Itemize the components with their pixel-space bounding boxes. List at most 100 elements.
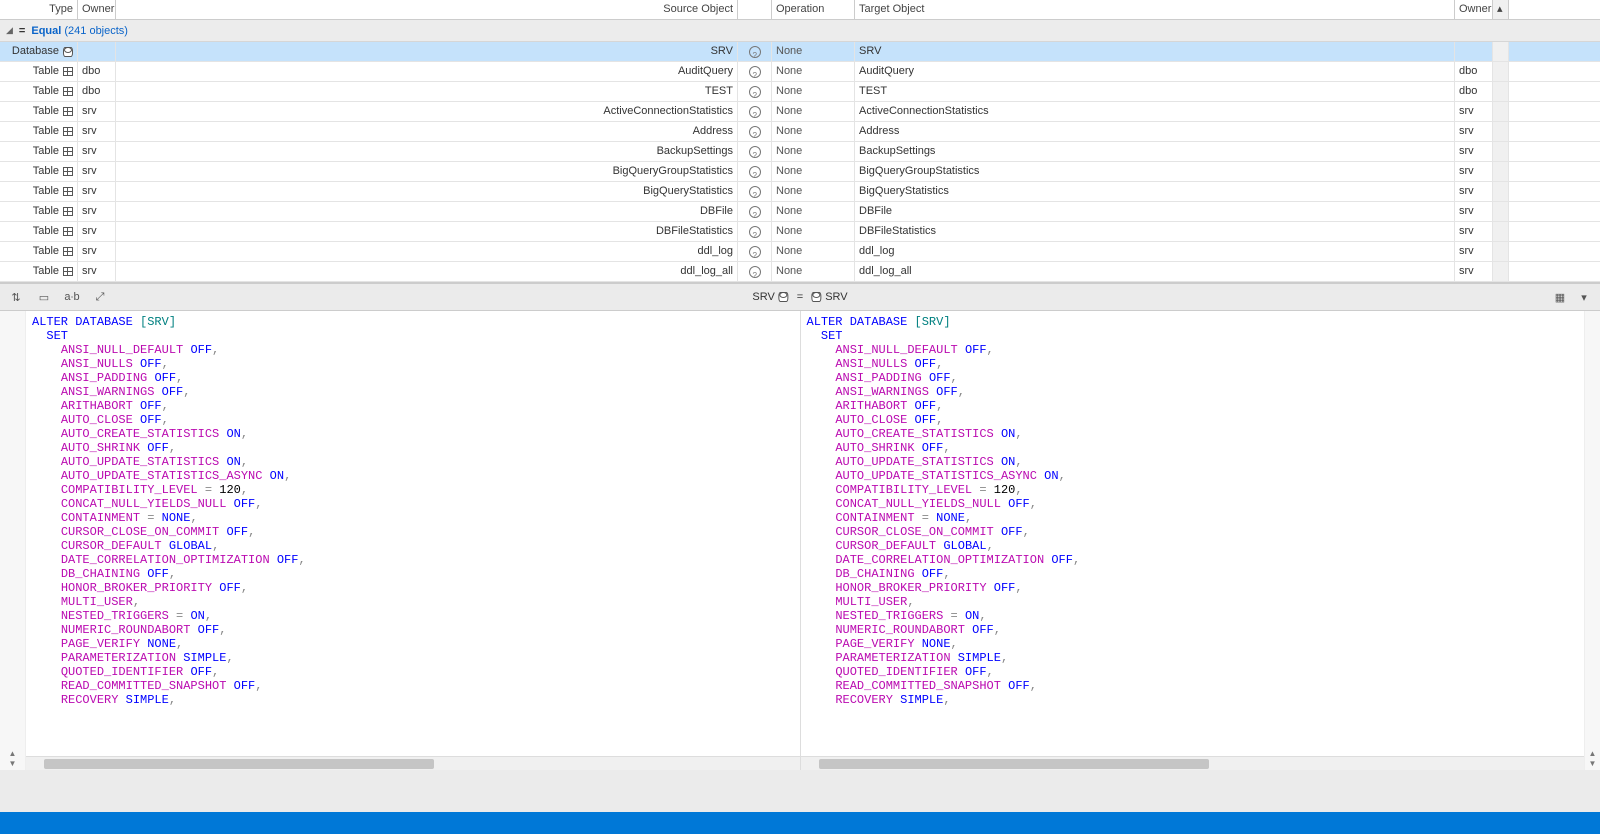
right-hscroll[interactable] — [801, 756, 1585, 770]
row-operation[interactable]: None — [772, 262, 855, 281]
row-target-object: BigQueryStatistics — [855, 182, 1455, 201]
sync-scroll-icon[interactable]: ⇅ — [8, 289, 24, 305]
table-icon — [63, 127, 73, 136]
database-icon — [779, 292, 789, 302]
col-header-owner-right[interactable]: Owner — [1455, 0, 1493, 19]
row-target-object: BackupSettings — [855, 142, 1455, 161]
vscroll-track[interactable] — [1493, 62, 1509, 81]
vscroll-track[interactable] — [1493, 102, 1509, 121]
row-type-label: Table — [33, 142, 59, 161]
group-row-equal[interactable]: ◢ = Equal (241 objects) — [0, 20, 1600, 42]
table-row[interactable]: TablesrvActiveConnectionStatisticsNoneAc… — [0, 102, 1600, 122]
table-icon — [63, 67, 73, 76]
left-code-editor[interactable]: ALTER DATABASE [SRV] SET ANSI_NULL_DEFAU… — [26, 311, 800, 756]
left-gutter: ▲ ▼ — [0, 311, 26, 770]
row-owner-left: srv — [78, 122, 116, 141]
ab-icon[interactable]: a∙b — [64, 289, 80, 305]
none-operation-icon — [749, 146, 761, 158]
row-target-object: Address — [855, 122, 1455, 141]
row-operation[interactable]: None — [772, 62, 855, 81]
col-header-type[interactable]: Type — [0, 0, 78, 19]
col-header-owner-left[interactable]: Owner — [78, 0, 116, 19]
vscroll-track[interactable] — [1493, 222, 1509, 241]
row-operation[interactable]: None — [772, 202, 855, 221]
grid-view-icon[interactable]: ▦ — [1552, 289, 1568, 305]
row-target-object: DBFile — [855, 202, 1455, 221]
row-owner-right: dbo — [1455, 82, 1493, 101]
table-row[interactable]: TablesrvDBFileNoneDBFilesrv — [0, 202, 1600, 222]
table-row[interactable]: TabledboAuditQueryNoneAuditQuerydbo — [0, 62, 1600, 82]
row-target-object: ddl_log — [855, 242, 1455, 261]
vscroll-track[interactable] — [1493, 122, 1509, 141]
table-row[interactable]: TablesrvDBFileStatisticsNoneDBFileStatis… — [0, 222, 1600, 242]
vscroll-track[interactable] — [1493, 182, 1509, 201]
table-row[interactable]: Tablesrvddl_log_allNoneddl_log_allsrv — [0, 262, 1600, 282]
collapse-icon[interactable]: ◢ — [6, 25, 13, 36]
vscroll-track[interactable] — [1493, 242, 1509, 261]
gutter-up-icon[interactable]: ▲ — [1589, 750, 1597, 758]
vscroll-track[interactable] — [1493, 262, 1509, 281]
row-source-object: BackupSettings — [116, 142, 738, 161]
col-header-spacer — [738, 0, 772, 19]
left-hscroll[interactable] — [26, 756, 800, 770]
row-type-label: Table — [33, 262, 59, 281]
table-row[interactable]: TablesrvBigQueryGroupStatisticsNoneBigQu… — [0, 162, 1600, 182]
none-operation-icon — [749, 266, 761, 278]
row-type-label: Table — [33, 62, 59, 81]
vscroll-track[interactable] — [1493, 202, 1509, 221]
row-type-label: Table — [33, 122, 59, 141]
none-operation-icon — [749, 46, 761, 58]
table-row[interactable]: TablesrvBigQueryStatisticsNoneBigQuerySt… — [0, 182, 1600, 202]
gutter-down-icon[interactable]: ▼ — [9, 760, 17, 768]
wrap-icon[interactable]: ▭ — [36, 289, 52, 305]
gutter-down-icon[interactable]: ▼ — [1589, 760, 1597, 768]
right-hscroll-thumb[interactable] — [819, 759, 1209, 769]
row-operation[interactable]: None — [772, 182, 855, 201]
diff-code-area: ▲ ▼ ALTER DATABASE [SRV] SET ANSI_NULL_D… — [0, 311, 1600, 770]
row-owner-right: dbo — [1455, 62, 1493, 81]
row-operation[interactable]: None — [772, 142, 855, 161]
expand-icon[interactable]: ⤢ — [92, 289, 108, 305]
left-code-pane: ▲ ▼ ALTER DATABASE [SRV] SET ANSI_NULL_D… — [0, 311, 801, 770]
row-target-object: ddl_log_all — [855, 262, 1455, 281]
row-operation[interactable]: None — [772, 162, 855, 181]
row-source-object: DBFileStatistics — [116, 222, 738, 241]
left-db-label: SRV — [752, 291, 788, 303]
row-target-object: DBFileStatistics — [855, 222, 1455, 241]
row-operation[interactable]: None — [772, 242, 855, 261]
vscroll-track[interactable] — [1493, 42, 1509, 61]
row-operation[interactable]: None — [772, 222, 855, 241]
row-operation[interactable]: None — [772, 42, 855, 61]
row-target-object: TEST — [855, 82, 1455, 101]
table-row[interactable]: TabledboTESTNoneTESTdbo — [0, 82, 1600, 102]
table-row[interactable]: DatabaseSRVNoneSRV — [0, 42, 1600, 62]
dropdown-icon[interactable]: ▾ — [1576, 289, 1592, 305]
col-header-source-object[interactable]: Source Object — [116, 0, 738, 19]
row-type-label: Table — [33, 182, 59, 201]
table-row[interactable]: TablesrvBackupSettingsNoneBackupSettings… — [0, 142, 1600, 162]
row-operation[interactable]: None — [772, 102, 855, 121]
none-operation-icon — [749, 166, 761, 178]
table-row[interactable]: TablesrvAddressNoneAddresssrv — [0, 122, 1600, 142]
row-owner-right: srv — [1455, 182, 1493, 201]
gutter-up-icon[interactable]: ▲ — [9, 750, 17, 758]
table-icon — [63, 247, 73, 256]
comparison-grid: Type Owner Source Object Operation Targe… — [0, 0, 1600, 283]
row-target-object: AuditQuery — [855, 62, 1455, 81]
row-operation[interactable]: None — [772, 122, 855, 141]
equals-separator: = — [797, 291, 803, 303]
col-header-operation[interactable]: Operation — [772, 0, 855, 19]
table-row[interactable]: Tablesrvddl_logNoneddl_logsrv — [0, 242, 1600, 262]
row-source-object: ddl_log — [116, 242, 738, 261]
row-operation[interactable]: None — [772, 82, 855, 101]
left-hscroll-thumb[interactable] — [44, 759, 434, 769]
vscroll-track[interactable] — [1493, 142, 1509, 161]
row-target-object: ActiveConnectionStatistics — [855, 102, 1455, 121]
col-header-target-object[interactable]: Target Object — [855, 0, 1455, 19]
right-code-editor[interactable]: ALTER DATABASE [SRV] SET ANSI_NULL_DEFAU… — [801, 311, 1585, 756]
vscroll-track[interactable] — [1493, 162, 1509, 181]
vscroll-track[interactable] — [1493, 82, 1509, 101]
equal-icon: = — [19, 25, 25, 37]
group-label: Equal — [31, 25, 61, 37]
row-owner-right: srv — [1455, 162, 1493, 181]
